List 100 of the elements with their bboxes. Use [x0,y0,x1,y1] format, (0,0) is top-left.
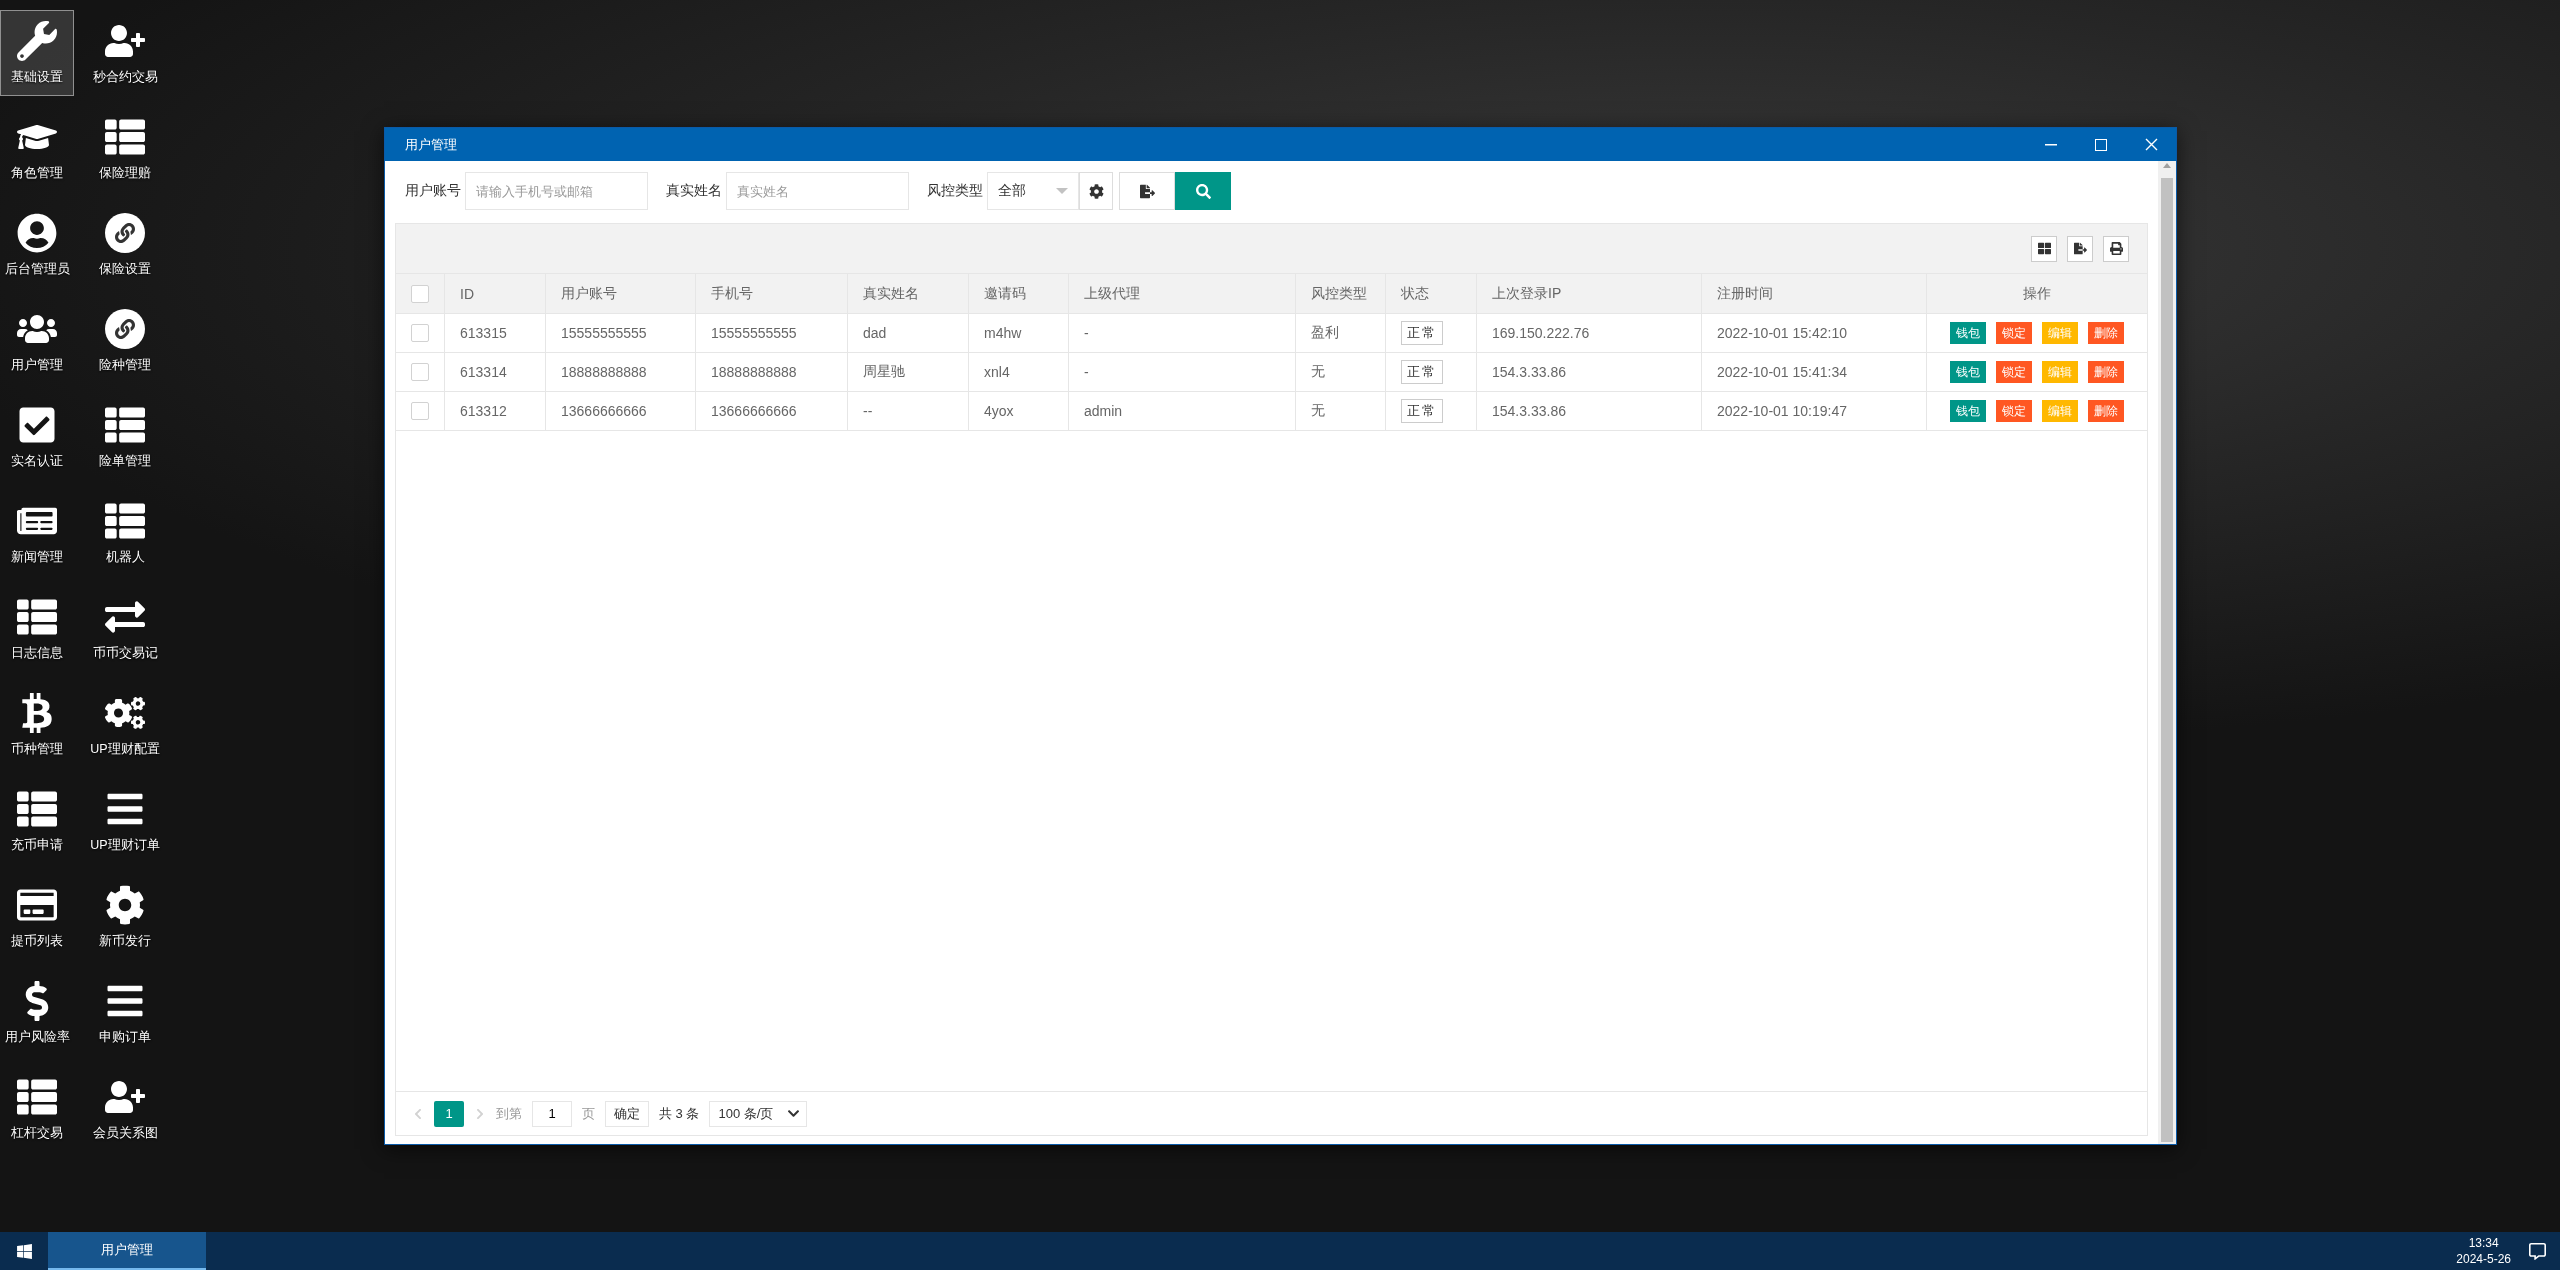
table-cell: 4yox [969,392,1069,430]
table-cell: 2022-10-01 10:19:47 [1702,392,1927,430]
page-size-select[interactable]: 100 条/页 [709,1100,808,1127]
desktop-shortcut[interactable]: 币币交易记 [88,586,162,672]
desktop-shortcut[interactable]: 提币列表 [0,874,74,960]
table-cell: 13666666666 [696,392,848,430]
action-button[interactable]: 钱包 [1950,361,1986,383]
table-cell: 613315 [445,314,546,352]
settings-icon [1088,183,1104,199]
search-icon [1195,183,1211,199]
action-button[interactable]: 钱包 [1950,322,1986,344]
table-cell: 613314 [445,353,546,391]
checkbox[interactable] [411,324,429,342]
input-field[interactable]: 请输入手机号或邮箱 [465,172,648,210]
table-cell: 154.3.33.86 [1477,392,1702,430]
status-tag: 正常 [1401,360,1443,384]
goto-label: 到第 [496,1104,522,1123]
notification-icon[interactable] [2529,1242,2546,1260]
desktop-shortcut[interactable]: 基础设置 [0,10,74,96]
table-cell: 周星驰 [848,353,969,391]
status-tag: 正常 [1401,399,1443,423]
table-cell: -- [848,392,969,430]
desktop-shortcut[interactable]: UP理财订单 [88,778,162,864]
chevron-icon [787,1107,801,1120]
table-cell: 无 [1296,353,1386,391]
link-circle-icon [105,308,145,349]
filter-label: 真实姓名 [666,182,722,200]
columns-button[interactable] [2031,235,2057,262]
confirm-button[interactable]: 确定 [605,1100,649,1127]
desktop-shortcut[interactable]: 杠杆交易 [0,1066,74,1152]
checkbox[interactable] [411,284,429,303]
settings-icon [105,884,145,925]
desktop-shortcut[interactable]: UP理财配置 [88,682,162,768]
print-button[interactable] [2103,235,2129,262]
desktop-shortcut[interactable]: 会员关系图 [88,1066,162,1152]
taskbar-item[interactable]: 用户管理 [48,1232,206,1270]
desktop-shortcut[interactable]: 新闻管理 [0,490,74,576]
windows-logo-icon [15,1242,33,1260]
grid-icon [2037,242,2051,255]
desktop-shortcut[interactable]: 保险理赔 [88,106,162,192]
settings-button[interactable] [1079,172,1113,210]
table-cell: - [1069,314,1296,352]
desktop-shortcut[interactable]: 角色管理 [0,106,74,192]
table-cell: 154.3.33.86 [1477,353,1702,391]
column-header: 手机号 [696,274,848,313]
desktop-shortcut[interactable]: 机器人 [88,490,162,576]
column-header: 风控类型 [1296,274,1386,313]
minimize-icon [2045,143,2057,146]
table-cell: 613312 [445,392,546,430]
table-cell: 18888888888 [696,353,848,391]
column-header: 用户账号 [546,274,696,313]
filter-label: 用户账号 [405,182,461,200]
close-icon [2144,138,2158,151]
checkbox[interactable] [411,402,429,420]
column-header: 操作 [2022,283,2052,303]
export-button[interactable] [1119,172,1175,210]
page-input[interactable]: 1 [532,1100,572,1127]
export-icon [2073,242,2087,255]
table-cell: dad [848,314,969,352]
desktop-shortcut[interactable]: 实名认证 [0,394,74,480]
column-header: 邀请码 [969,274,1069,313]
export-icon [1139,183,1155,199]
action-button[interactable]: 钱包 [1950,400,1986,422]
page-unit: 页 [582,1104,595,1123]
wrench-icon [17,20,57,61]
table-cell: m4hw [969,314,1069,352]
desktop-shortcut[interactable]: 后台管理员 [0,202,74,288]
desktop-shortcut[interactable]: 保险设置 [88,202,162,288]
desktop-shortcut[interactable]: 险种管理 [88,298,162,384]
clock-date: 2024-5-26 [2456,1251,2511,1267]
column-header: 状态 [1386,274,1477,313]
link-circle-icon [105,212,145,253]
desktop-shortcut[interactable]: 险单管理 [88,394,162,480]
desktop-shortcut[interactable]: 新币发行 [88,874,162,960]
table-cell: - [1069,353,1296,391]
desktop-shortcut[interactable]: 秒合约交易 [88,10,162,96]
input-field[interactable]: 真实姓名 [726,172,909,210]
table-cell: 2022-10-01 15:41:34 [1702,353,1927,391]
export-button[interactable] [2067,235,2093,262]
print-icon [2109,242,2123,255]
clock-time: 13:34 [2468,1235,2499,1251]
desktop-shortcut[interactable]: 充币申请 [0,778,74,864]
desktop-shortcut[interactable]: 币种管理 [0,682,74,768]
maximize-icon [2095,138,2107,151]
page-number[interactable]: 1 [434,1100,464,1127]
search-button[interactable] [1175,172,1231,210]
column-header: 注册时间 [1702,274,1927,313]
caret-icon [1056,188,1068,194]
checkbox[interactable] [411,363,429,381]
table-cell: admin [1069,392,1296,430]
total-count: 共 3 条 [659,1104,700,1123]
column-header: 真实姓名 [848,274,969,313]
desktop-shortcut[interactable]: 申购订单 [88,970,162,1056]
table-cell: xnl4 [969,353,1069,391]
desktop-shortcut[interactable]: 日志信息 [0,586,74,672]
table-cell: 无 [1296,392,1386,430]
desktop-shortcut[interactable]: 用户风险率 [0,970,74,1056]
desktop-shortcut[interactable]: 用户管理 [0,298,74,384]
column-header: 上级代理 [1069,274,1296,313]
status-tag: 正常 [1401,321,1443,345]
